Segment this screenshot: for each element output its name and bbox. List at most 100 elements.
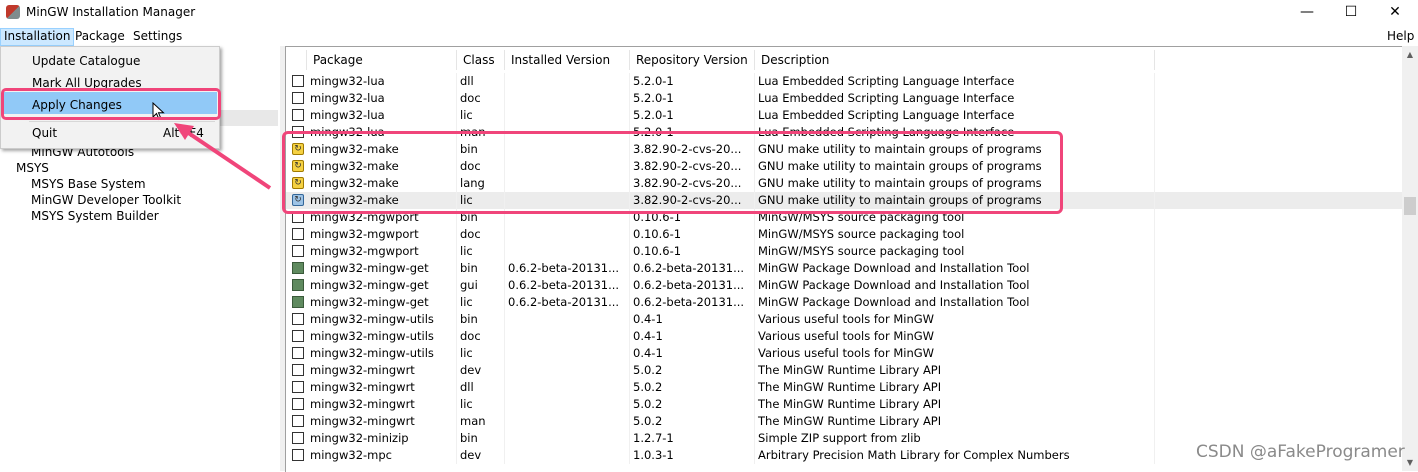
cell-class: gui bbox=[457, 277, 505, 294]
cell-repository-version: 5.2.0-1 bbox=[630, 107, 755, 124]
header-package[interactable]: Package bbox=[307, 50, 457, 70]
cell-class: lic bbox=[457, 243, 505, 260]
checkbox-icon[interactable] bbox=[292, 92, 304, 104]
cell-description: Various useful tools for MinGW bbox=[755, 311, 1155, 328]
cell-installed-version bbox=[505, 379, 630, 396]
tree-item-msys[interactable]: MSYS bbox=[16, 161, 49, 175]
cell-installed-version bbox=[505, 226, 630, 243]
checkbox-icon[interactable] bbox=[292, 415, 304, 427]
tree-item-msys-base-system[interactable]: MSYS Base System bbox=[31, 177, 146, 191]
menu-settings[interactable]: Settings bbox=[130, 28, 185, 46]
menu-help[interactable]: Help bbox=[1384, 28, 1417, 46]
checkbox-icon[interactable] bbox=[292, 245, 304, 257]
cell-description: Simple ZIP support from zlib bbox=[755, 430, 1155, 447]
cell-package: mingw32-mingw-utils bbox=[307, 345, 457, 362]
maximize-button[interactable]: ☐ bbox=[1328, 0, 1374, 26]
checkbox-icon[interactable] bbox=[292, 347, 304, 359]
installed-checkbox-icon[interactable] bbox=[292, 262, 304, 274]
table-row[interactable]: mingw32-lua doc 5.2.0-1 Lua Embedded Script… bbox=[286, 90, 1403, 107]
header-description[interactable]: Description bbox=[755, 50, 1155, 70]
cell-installed-version bbox=[505, 413, 630, 430]
close-button[interactable]: ✕ bbox=[1372, 0, 1418, 26]
checkbox-icon[interactable] bbox=[292, 381, 304, 393]
cell-description: The MinGW Runtime Library API bbox=[755, 379, 1155, 396]
cell-class: doc bbox=[457, 90, 505, 107]
cell-repository-version: 1.0.3-1 bbox=[630, 447, 755, 464]
cell-class: bin bbox=[457, 260, 505, 277]
cell-package: mingw32-lua bbox=[307, 73, 457, 90]
cell-package: mingw32-mingw-utils bbox=[307, 311, 457, 328]
cell-package: mingw32-mingwrt bbox=[307, 379, 457, 396]
cell-repository-version: 0.6.2-beta-20131... bbox=[630, 277, 755, 294]
header-check-column[interactable] bbox=[286, 50, 307, 70]
cell-installed-version bbox=[505, 345, 630, 362]
mingw-app-icon bbox=[6, 5, 20, 19]
tree-item-mingw-developer-toolkit[interactable]: MinGW Developer Toolkit bbox=[31, 193, 181, 207]
cell-class: dev bbox=[457, 447, 505, 464]
annotation-arrow-icon bbox=[174, 123, 272, 190]
cell-package: mingw32-lua bbox=[307, 90, 457, 107]
checkbox-icon[interactable] bbox=[292, 109, 304, 121]
table-row[interactable]: mingw32-mingwrt dev 5.0.2 The MinGW Runtime… bbox=[286, 362, 1403, 379]
menu-installation[interactable]: Installation bbox=[0, 28, 75, 46]
cell-description: The MinGW Runtime Library API bbox=[755, 396, 1155, 413]
vertical-scrollbar[interactable]: ▲ ▼ bbox=[1402, 46, 1418, 471]
table-row[interactable]: mingw32-mgwport doc 0.10.6-1 MinGW/MSYS sou… bbox=[286, 226, 1403, 243]
checkbox-icon[interactable] bbox=[292, 330, 304, 342]
cell-description: MinGW/MSYS source packaging tool bbox=[755, 243, 1155, 260]
cell-class: doc bbox=[457, 328, 505, 345]
menu-package[interactable]: Package bbox=[72, 28, 128, 46]
table-row[interactable]: mingw32-mingw-get bin 0.6.2-beta-20131... 0… bbox=[286, 260, 1403, 277]
menu-item-quit[interactable]: Quit bbox=[32, 126, 57, 140]
cell-installed-version bbox=[505, 447, 630, 464]
cell-package: mingw32-mingwrt bbox=[307, 362, 457, 379]
checkbox-icon[interactable] bbox=[292, 449, 304, 461]
checkbox-icon[interactable] bbox=[292, 432, 304, 444]
cell-description: Lua Embedded Scripting Language Interfac… bbox=[755, 73, 1155, 90]
table-row[interactable]: mingw32-mingw-utils bin 0.4-1 Various usefu… bbox=[286, 311, 1403, 328]
menu-item-update-catalogue[interactable]: Update Catalogue bbox=[32, 54, 140, 68]
header-installed-version[interactable]: Installed Version bbox=[505, 50, 630, 70]
cell-package: mingw32-mingw-get bbox=[307, 260, 457, 277]
table-row[interactable]: mingw32-mingw-get gui 0.6.2-beta-20131... 0… bbox=[286, 277, 1403, 294]
table-row[interactable]: mingw32-mingw-utils doc 0.4-1 Various usefu… bbox=[286, 328, 1403, 345]
table-row[interactable]: mingw32-mingwrt lic 5.0.2 The MinGW Runtime… bbox=[286, 396, 1403, 413]
scroll-up-arrow-icon[interactable]: ▲ bbox=[1402, 46, 1418, 63]
header-repository-version[interactable]: Repository Version bbox=[630, 50, 755, 70]
table-row[interactable]: mingw32-mingw-get lic 0.6.2-beta-20131... 0… bbox=[286, 294, 1403, 311]
cell-repository-version: 0.4-1 bbox=[630, 328, 755, 345]
cell-description: The MinGW Runtime Library API bbox=[755, 413, 1155, 430]
cell-class: bin bbox=[457, 430, 505, 447]
cell-class: dll bbox=[457, 73, 505, 90]
minimize-button[interactable]: — bbox=[1284, 0, 1330, 26]
tree-item-msys-system-builder[interactable]: MSYS System Builder bbox=[31, 209, 159, 223]
checkbox-icon[interactable] bbox=[292, 398, 304, 410]
window-title: MinGW Installation Manager bbox=[26, 5, 196, 19]
installed-checkbox-icon[interactable] bbox=[292, 279, 304, 291]
cell-description: Lua Embedded Scripting Language Interfac… bbox=[755, 107, 1155, 124]
cell-repository-version: 5.0.2 bbox=[630, 362, 755, 379]
cell-package: mingw32-lua bbox=[307, 107, 457, 124]
cell-class: lic bbox=[457, 396, 505, 413]
header-class[interactable]: Class bbox=[457, 50, 505, 70]
cell-description: MinGW/MSYS source packaging tool bbox=[755, 226, 1155, 243]
table-row[interactable]: mingw32-mgwport lic 0.10.6-1 MinGW/MSYS sou… bbox=[286, 243, 1403, 260]
installed-checkbox-icon[interactable] bbox=[292, 296, 304, 308]
cell-installed-version: 0.6.2-beta-20131... bbox=[505, 277, 630, 294]
table-row[interactable]: mingw32-mingw-utils lic 0.4-1 Various usefu… bbox=[286, 345, 1403, 362]
checkbox-icon[interactable] bbox=[292, 364, 304, 376]
checkbox-icon[interactable] bbox=[292, 313, 304, 325]
checkbox-icon[interactable] bbox=[292, 228, 304, 240]
cell-description: MinGW Package Download and Installation … bbox=[755, 277, 1155, 294]
cell-repository-version: 0.10.6-1 bbox=[630, 226, 755, 243]
table-row[interactable]: mingw32-mingwrt man 5.0.2 The MinGW Runtime… bbox=[286, 413, 1403, 430]
scrollbar-thumb[interactable] bbox=[1404, 197, 1416, 215]
table-row[interactable]: mingw32-lua lic 5.2.0-1 Lua Embedded Script… bbox=[286, 107, 1403, 124]
cell-class: lic bbox=[457, 345, 505, 362]
table-row[interactable]: mingw32-lua dll 5.2.0-1 Lua Embedded Script… bbox=[286, 73, 1403, 90]
cell-repository-version: 0.10.6-1 bbox=[630, 243, 755, 260]
checkbox-icon[interactable] bbox=[292, 75, 304, 87]
cell-class: dev bbox=[457, 362, 505, 379]
cell-class: lic bbox=[457, 294, 505, 311]
table-row[interactable]: mingw32-mingwrt dll 5.0.2 The MinGW Runtime… bbox=[286, 379, 1403, 396]
